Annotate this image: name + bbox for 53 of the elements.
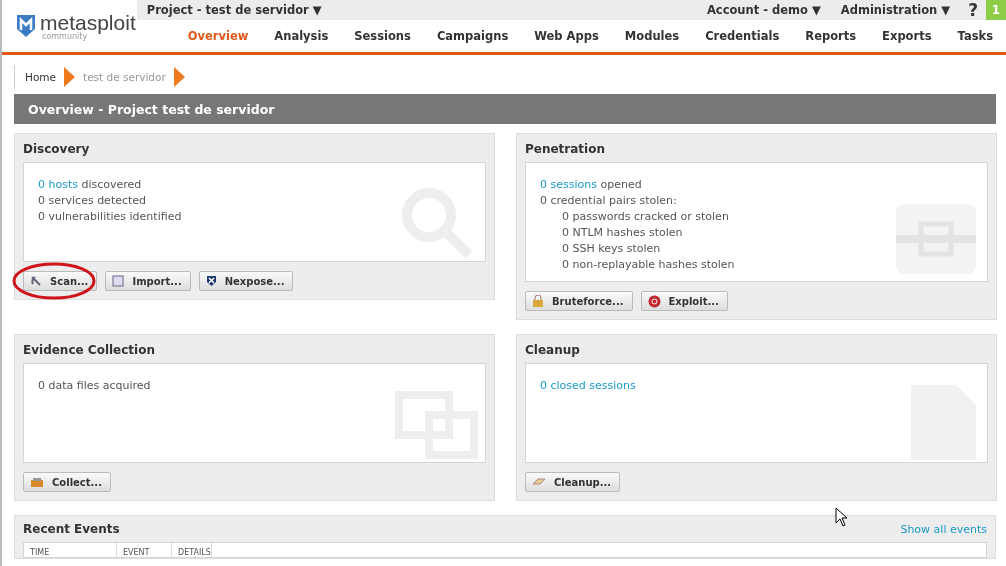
nav-tab[interactable]: Reports <box>792 29 870 43</box>
biohazard-icon <box>647 294 661 308</box>
logo-edition: community <box>42 32 88 41</box>
eraser-icon <box>532 477 546 487</box>
nav-tab[interactable]: Overview <box>174 29 262 43</box>
help-link[interactable]: ? <box>960 0 986 20</box>
action-button[interactable]: Import... <box>105 271 191 291</box>
stat-text: 0 services detected <box>38 193 147 209</box>
logo-shield-icon <box>16 14 36 38</box>
stat-text: 0 hosts discovered <box>38 177 142 193</box>
project-menu[interactable]: Project - test de servidor ▼ <box>136 3 332 17</box>
panel-title: Evidence Collection <box>23 342 156 359</box>
column-header: EVENT <box>117 543 172 557</box>
shield-icon <box>205 275 217 287</box>
panel-title: Cleanup <box>525 342 581 359</box>
action-button[interactable]: Cleanup... <box>525 472 621 492</box>
nav-tab[interactable]: Sessions <box>341 29 424 43</box>
action-button[interactable]: Collect... <box>23 472 111 492</box>
stat-text: 0 NTLM hashes stolen <box>562 225 683 241</box>
nav-tab[interactable]: Modules <box>611 29 693 43</box>
stat-text: 0 vulnerabilities identified <box>38 209 182 225</box>
nav-tab[interactable]: Credentials <box>692 29 793 43</box>
panel-title: Penetration <box>525 141 606 158</box>
action-button[interactable]: Bruteforce... <box>525 291 633 311</box>
nav-tab[interactable]: Web Apps <box>521 29 612 43</box>
stat-text: 0 credential pairs stolen: <box>540 193 677 209</box>
nav-tab[interactable]: Exports <box>869 29 945 43</box>
mouse-cursor-icon <box>835 507 849 527</box>
document-icon <box>112 275 125 287</box>
page-title: Overview - Project test de servidor <box>14 94 996 124</box>
action-button[interactable]: Exploit... <box>640 291 728 311</box>
breadcrumb-link[interactable]: Home <box>25 71 56 83</box>
panel-title: Recent Events <box>23 522 120 536</box>
chevron-icon <box>173 67 185 87</box>
action-button[interactable]: Scan... <box>23 271 98 291</box>
nav-tab[interactable]: Analysis <box>261 29 342 43</box>
administration-menu[interactable]: Administration ▼ <box>830 3 961 17</box>
stat-text: 0 SSH keys stolen <box>562 241 661 257</box>
nav-tab[interactable]: Tasks <box>944 29 1006 43</box>
action-button[interactable]: Nexpose... <box>198 271 294 291</box>
stat-text: 0 sessions opened <box>540 177 642 193</box>
stat-text: 0 data files acquired <box>38 378 151 394</box>
logo-wordmark: metasploit <box>40 11 136 33</box>
toolbox-icon <box>30 476 44 488</box>
column-header: TIME <box>24 543 117 557</box>
stat-text: 0 non-replayable hashes stolen <box>562 257 735 273</box>
column-header: DETAILS <box>172 543 212 557</box>
chevron-icon <box>64 67 75 87</box>
nav-tab[interactable]: Campaigns <box>423 29 522 43</box>
stat-text: 0 passwords cracked or stolen <box>562 209 729 225</box>
panel-title: Discovery <box>23 141 91 158</box>
padlock-icon <box>532 295 544 307</box>
account-menu[interactable]: Account - demo ▼ <box>696 3 831 17</box>
